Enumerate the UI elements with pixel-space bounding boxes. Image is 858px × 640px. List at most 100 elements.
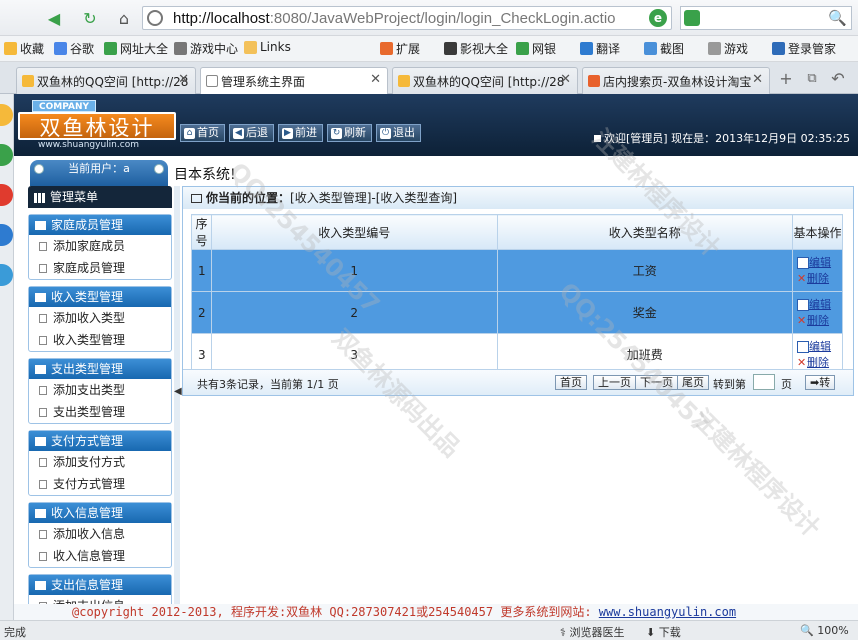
address-bar[interactable]: http://localhost:8080/JavaWebProject/log… xyxy=(142,6,672,30)
translate-icon xyxy=(580,42,593,55)
menu-group-header[interactable]: 家庭成员管理 xyxy=(29,215,171,235)
menu-item-add-income-info[interactable]: 添加收入信息 xyxy=(29,523,171,545)
back-page-button[interactable]: ◀ 后退 xyxy=(229,124,274,142)
weibo-side-icon[interactable] xyxy=(0,184,13,206)
collapse-arrow-icon[interactable]: ◀ xyxy=(174,386,182,397)
close-icon[interactable]: ✕ xyxy=(370,72,381,87)
edit-link[interactable]: 编辑 xyxy=(797,255,842,271)
doc-icon xyxy=(39,480,47,489)
browser-search-input[interactable]: 🔍 xyxy=(680,6,852,30)
refresh-icon: ↻ xyxy=(331,127,342,139)
menu-group-income-info: 收入信息管理 添加收入信息 收入信息管理 xyxy=(28,502,172,568)
ie-mode-icon[interactable]: e xyxy=(649,9,667,27)
delete-link[interactable]: ✕删除 xyxy=(797,271,842,287)
forward-page-button[interactable]: ▶ 前进 xyxy=(278,124,323,142)
doc-icon xyxy=(39,530,47,539)
favorites-side-icon[interactable] xyxy=(0,104,13,126)
menu-item-add-payment[interactable]: 添加支付方式 xyxy=(29,451,171,473)
refresh-button[interactable]: ↻ xyxy=(78,6,102,30)
doc-icon xyxy=(39,552,47,561)
company-badge: COMPANY xyxy=(32,100,96,112)
cell-actions: 编辑 ✕删除 xyxy=(792,249,843,292)
menu-item-add-expense-type[interactable]: 添加支出类型 xyxy=(29,379,171,401)
bookmark-translate[interactable]: 翻译 xyxy=(580,40,620,57)
menu-group-header[interactable]: 收入类型管理 xyxy=(29,287,171,307)
menu-item-manage-payment[interactable]: 支付方式管理 xyxy=(29,473,171,495)
browser-doctor[interactable]: ⚕ 浏览器医生 xyxy=(560,624,624,640)
tab-qq-space-2[interactable]: 双鱼林的QQ空间 [http://28 ✕ xyxy=(392,67,578,94)
pagination: 共有3条记录，当前第 1/1 页 首页 上一页 下一页 尾页 转到第 页 ➡转 xyxy=(183,369,853,395)
home-icon: ⌂ xyxy=(184,127,195,139)
scissors-icon xyxy=(644,42,657,55)
menu-item-manage-income-info[interactable]: 收入信息管理 xyxy=(29,545,171,567)
zoom-level[interactable]: 🔍 100% xyxy=(800,624,849,637)
page-number-input[interactable] xyxy=(753,374,775,390)
footer-link[interactable]: www.shuangyulin.com xyxy=(599,605,736,619)
refresh-page-button[interactable]: ↻ 刷新 xyxy=(327,124,372,142)
chat-side-icon[interactable] xyxy=(0,144,13,166)
bookmark-links[interactable]: Links xyxy=(244,40,291,54)
prev-page-button[interactable]: 上一页 xyxy=(593,375,636,390)
bookmark-extensions[interactable]: 扩展 xyxy=(380,40,420,57)
menu-title: 管理菜单 xyxy=(28,186,172,208)
menu-group-header[interactable]: 支出类型管理 xyxy=(29,359,171,379)
arrow-left-icon: ◀ xyxy=(233,127,244,139)
folder-icon xyxy=(244,40,257,54)
table-row[interactable]: 1 1 工资 编辑 ✕删除 xyxy=(191,249,843,292)
back-button[interactable]: ◀ xyxy=(42,6,66,30)
directory-icon xyxy=(104,42,117,55)
menu-item-add-family[interactable]: 添加家庭成员 xyxy=(29,235,171,257)
bookmark-google[interactable]: 谷歌 xyxy=(54,40,94,57)
video-icon xyxy=(444,42,457,55)
tab-shop-search[interactable]: 店内搜索页-双鱼林设计淘宝 ✕ xyxy=(582,67,770,94)
menu-group-header[interactable]: 支付方式管理 xyxy=(29,431,171,451)
sidebar-menu: 管理菜单 家庭成员管理 添加家庭成员 家庭成员管理 收入类型管理 添加收入类型 … xyxy=(28,186,172,620)
delete-link[interactable]: ✕删除 xyxy=(797,313,842,329)
menu-item-manage-family[interactable]: 家庭成员管理 xyxy=(29,257,171,279)
menu-group-header[interactable]: 支出信息管理 xyxy=(29,575,171,595)
last-page-button[interactable]: 尾页 xyxy=(677,375,709,390)
download-button[interactable]: ⬇ 下载 xyxy=(646,624,681,640)
sidebar-toggle[interactable]: ◀ xyxy=(174,186,182,616)
tab-list-icon[interactable]: ⧉ xyxy=(800,66,824,90)
bookmark-screenshot[interactable]: 截图 xyxy=(644,40,684,57)
menu-item-add-income-type[interactable]: 添加收入类型 xyxy=(29,307,171,329)
close-icon[interactable]: ✕ xyxy=(560,72,571,87)
bookmark-favorites[interactable]: 收藏 xyxy=(4,40,44,57)
menu-group-header[interactable]: 收入信息管理 xyxy=(29,503,171,523)
pin-icon xyxy=(34,164,44,174)
bookmark-bank[interactable]: 网银 xyxy=(516,40,556,57)
bookmark-login-manager[interactable]: 登录管家 xyxy=(772,40,836,57)
tab-qq-space-1[interactable]: 双鱼林的QQ空间 [http://28 ✕ xyxy=(16,67,196,94)
search-icon[interactable]: 🔍 xyxy=(828,9,847,27)
tools-side-icon[interactable] xyxy=(0,264,13,286)
table-row[interactable]: 2 2 奖金 编辑 ✕删除 xyxy=(191,291,843,334)
menu-item-manage-income-type[interactable]: 收入类型管理 xyxy=(29,329,171,351)
next-page-button[interactable]: 下一页 xyxy=(635,375,678,390)
first-page-button[interactable]: 首页 xyxy=(555,375,587,390)
new-tab-button[interactable]: + xyxy=(774,66,798,90)
bookmark-url-directory[interactable]: 网址大全 xyxy=(104,40,168,57)
undo-close-icon[interactable]: ↶ xyxy=(826,66,850,90)
bookmark-video[interactable]: 影视大全 xyxy=(444,40,508,57)
home-button[interactable]: ⌂ xyxy=(112,6,136,30)
close-icon[interactable]: ✕ xyxy=(178,72,189,87)
delete-icon: ✕ xyxy=(797,355,807,369)
url-text: http://localhost:8080/JavaWebProject/log… xyxy=(173,10,616,27)
tab-management-main[interactable]: 管理系统主界面 ✕ xyxy=(200,67,388,94)
mail-side-icon[interactable] xyxy=(0,224,13,246)
col-code: 收入类型编号 xyxy=(210,214,498,250)
bookmark-games[interactable]: 游戏 xyxy=(708,40,748,57)
go-button[interactable]: ➡转 xyxy=(805,375,836,390)
edit-link[interactable]: 编辑 xyxy=(797,339,842,355)
logout-button[interactable]: ⏻ 退出 xyxy=(376,124,421,142)
menu-item-manage-expense-type[interactable]: 支出类型管理 xyxy=(29,401,171,423)
menu-group-payment: 支付方式管理 添加支付方式 支付方式管理 xyxy=(28,430,172,496)
home-page-button[interactable]: ⌂ 首页 xyxy=(180,124,225,142)
edit-link[interactable]: 编辑 xyxy=(797,297,842,313)
browser-toolbar: ◀ ↻ ⌂ http://localhost:8080/JavaWebProje… xyxy=(0,0,858,36)
power-icon: ⏻ xyxy=(380,127,391,139)
bookmark-game-center[interactable]: 游戏中心 xyxy=(174,40,238,57)
income-type-table: 序号 收入类型编号 收入类型名称 基本操作 1 1 工资 编辑 ✕删除 2 2 … xyxy=(191,214,843,376)
close-icon[interactable]: ✕ xyxy=(752,72,763,87)
